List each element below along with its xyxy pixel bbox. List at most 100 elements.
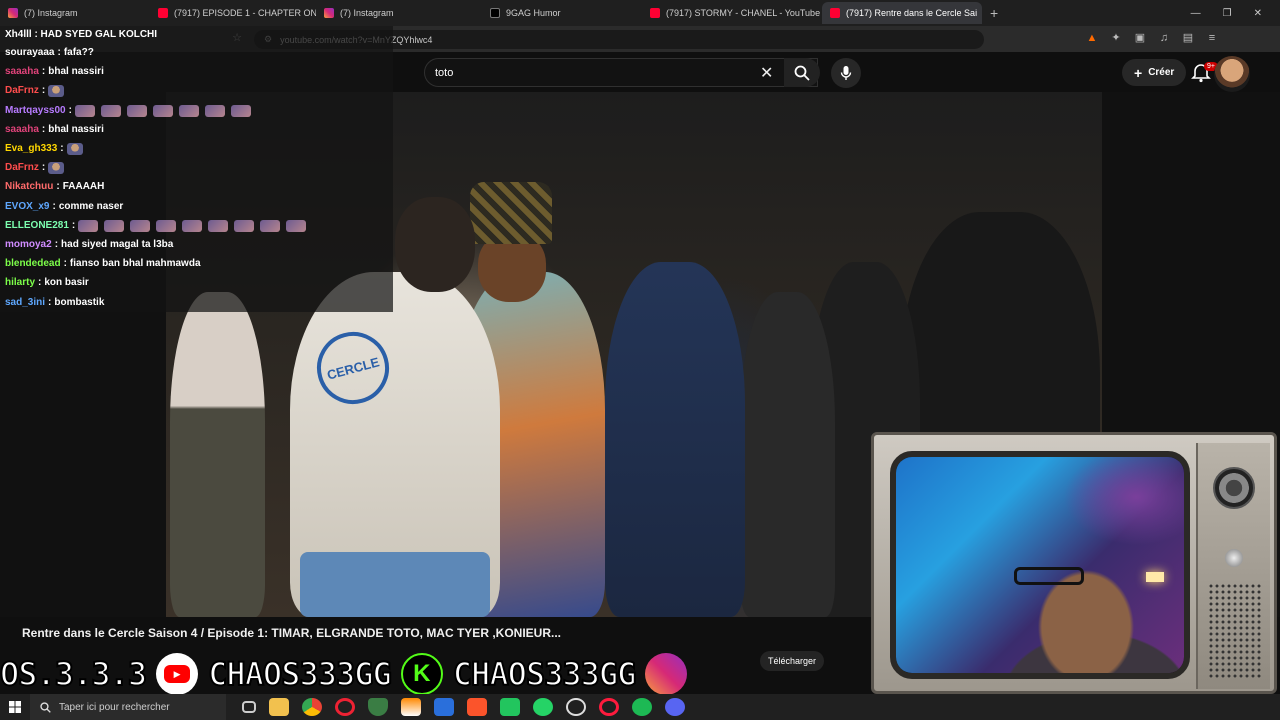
ticker-text-fragment: OS.3.3.3 [0, 654, 148, 694]
windows-logo-icon [9, 701, 21, 713]
video-beanie [470, 182, 552, 244]
chat-separator: : [41, 85, 46, 96]
create-button[interactable]: + Créer [1122, 59, 1187, 86]
chat-emote [178, 104, 199, 117]
chatgpt-icon[interactable] [566, 698, 586, 716]
youtube-icon [650, 8, 660, 18]
maximize-icon[interactable]: ❐ [1223, 8, 1232, 19]
brave-shield-icon[interactable]: ▲ [1085, 31, 1099, 45]
store-icon[interactable] [434, 698, 454, 716]
extensions-icon[interactable]: ✦ [1109, 31, 1123, 45]
start-button[interactable] [0, 694, 30, 720]
chat-username[interactable]: saaaha [5, 66, 39, 77]
chat-emote [74, 104, 95, 117]
webcam-glasses [1014, 567, 1084, 585]
chat-emote [152, 104, 173, 117]
vlc-icon[interactable] [401, 698, 421, 716]
chat-separator: : [48, 297, 52, 308]
clear-search-icon[interactable]: ✕ [760, 63, 773, 83]
chrome-icon[interactable] [302, 698, 322, 716]
chat-separator: : [68, 105, 72, 116]
file-explorer-icon[interactable] [269, 698, 289, 716]
search-input[interactable]: toto [424, 58, 818, 87]
chat-message-text: had siyed magal ta l3ba [61, 239, 174, 250]
chat-username[interactable]: saaaha [5, 124, 39, 135]
taskbar-search[interactable]: Taper ici pour rechercher [30, 694, 226, 720]
opera-icon[interactable] [335, 698, 355, 716]
chat-separator: : [60, 143, 64, 154]
chat-message: saaaha: bhal nassiri [5, 64, 104, 79]
chat-username[interactable]: EVOX_x9 [5, 201, 49, 212]
streamer-avatar[interactable] [1214, 56, 1250, 92]
minimize-icon[interactable]: — [1191, 8, 1201, 19]
create-label: Créer [1148, 67, 1175, 78]
taskbar-apps [242, 698, 685, 716]
chat-message-text: kon basir [44, 277, 89, 288]
retro-tv-webcam-frame [871, 432, 1277, 694]
tab-instagram-1[interactable]: (7) Instagram [0, 2, 150, 24]
chat-username[interactable]: DaFrnz [5, 162, 39, 173]
chat-username[interactable]: momoya2 [5, 239, 52, 250]
chat-username[interactable]: ELLEONE281 [5, 220, 69, 231]
chat-emote [230, 104, 251, 117]
tab-9gag[interactable]: 9GAG Humor [482, 2, 642, 24]
chat-username[interactable]: blendedead [5, 258, 61, 269]
chat-separator: : [71, 220, 76, 231]
ticker-handle-kick: CHAOS333GG [452, 654, 638, 694]
tab-label: (7917) Rentre dans le Cercle Sai [846, 8, 978, 18]
webcam-screen [890, 451, 1190, 679]
tab-instagram-2[interactable]: (7) Instagram [316, 2, 482, 24]
sidebar-icon[interactable]: ▤ [1181, 31, 1195, 45]
chat-username[interactable]: Martqayss00 [5, 105, 66, 116]
taskbar-search-placeholder: Taper ici pour rechercher [59, 701, 170, 713]
chat-emote [208, 219, 229, 232]
whatsapp-icon[interactable] [533, 698, 553, 716]
new-tab-button[interactable]: + [982, 5, 1006, 21]
chat-separator: : [52, 201, 56, 212]
menu-icon[interactable]: ≡ [1205, 31, 1219, 45]
chat-username[interactable]: sourayaaa [5, 47, 54, 58]
voice-search-button[interactable] [831, 58, 861, 88]
task-view-icon[interactable] [242, 701, 256, 713]
tab-rentre-dans-le-cercle[interactable]: (7917) Rentre dans le Cercle Sai ✕ [822, 2, 982, 24]
tv-dial-knob [1213, 467, 1255, 509]
search-icon [40, 701, 51, 713]
chat-message: sad_3ini: bombastik [5, 295, 104, 310]
chat-message: EVOX_x9: comme naser [5, 199, 123, 214]
chat-emote [48, 161, 65, 174]
close-window-icon[interactable]: ✕ [1254, 8, 1262, 19]
app-green-icon[interactable] [500, 698, 520, 716]
opera-gx-icon[interactable] [599, 698, 619, 716]
chat-username[interactable]: Eva_gh333 [5, 143, 57, 154]
chat-message-text: bhal nassiri [48, 66, 104, 77]
search-input-value: toto [435, 66, 454, 79]
extension-icons: ▲ ✦ ▣ ♫ ▤ ≡ [1085, 31, 1219, 45]
chat-separator: : [41, 162, 46, 173]
media-icon[interactable]: ♫ [1157, 31, 1171, 45]
chat-emote [182, 219, 203, 232]
chat-username[interactable]: DaFrnz [5, 85, 39, 96]
chat-emote [104, 219, 125, 232]
instagram-logo-icon [645, 653, 688, 695]
wallet-icon[interactable]: ▣ [1133, 31, 1147, 45]
chat-username[interactable]: sad_3ini [5, 297, 45, 308]
chat-emote [130, 219, 151, 232]
chat-username[interactable]: hilarty [5, 277, 35, 288]
microphone-icon [840, 66, 852, 80]
tab-label: (7) Instagram [340, 8, 394, 18]
discord-icon[interactable] [665, 698, 685, 716]
tab-stormy[interactable]: (7917) STORMY - CHANEL - YouTube [642, 2, 822, 24]
chat-message: ELLEONE281: [5, 218, 309, 233]
9gag-icon [490, 8, 500, 18]
video-person-blue-jacket [605, 262, 745, 617]
tv-small-knob [1225, 549, 1243, 567]
chat-username[interactable]: Nikatchuu [5, 181, 53, 192]
youtube-icon [158, 8, 168, 18]
chat-message-text: fianso ban bhal mahmawda [69, 258, 201, 269]
chat-message: saaaha: bhal nassiri [5, 122, 104, 137]
tab-episode-1[interactable]: (7917) EPISODE 1 - CHAPTER ONE ♥ [150, 2, 316, 24]
brave-icon[interactable] [467, 698, 487, 716]
search-button[interactable] [784, 58, 820, 87]
spotify-icon[interactable] [632, 698, 652, 716]
shield-app-icon[interactable] [368, 698, 388, 716]
